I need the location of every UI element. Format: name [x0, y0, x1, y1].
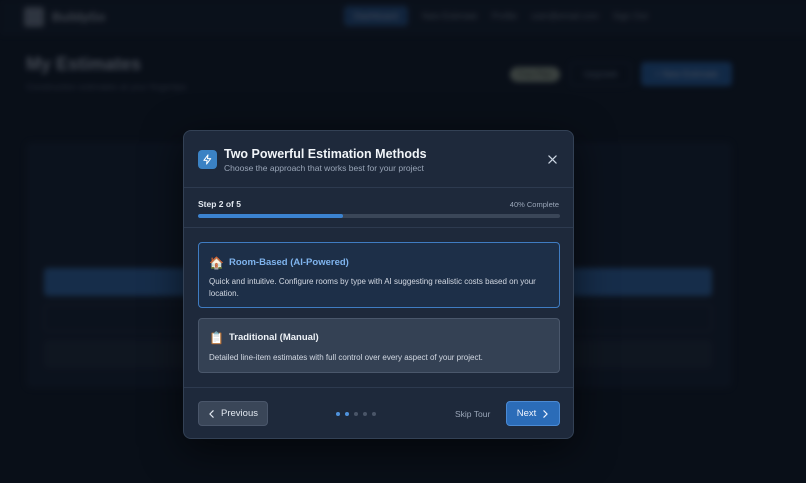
step-dot[interactable] [363, 412, 367, 416]
tour-modal: Two Powerful Estimation Methods Choose t… [183, 130, 574, 439]
close-icon[interactable] [545, 152, 559, 166]
card-description: Quick and intuitive. Configure rooms by … [209, 277, 536, 298]
progress-bar [198, 214, 560, 218]
house-icon: 🏠 [209, 256, 224, 270]
step-dots [336, 412, 376, 416]
card-title: Traditional (Manual) [229, 332, 319, 343]
lightning-icon [198, 150, 217, 169]
progress-percent: 40% Complete [509, 200, 559, 209]
method-card-traditional[interactable]: 📋 Traditional (Manual) Detailed line-ite… [198, 318, 560, 373]
step-dot[interactable] [372, 412, 376, 416]
modal-title: Two Powerful Estimation Methods [224, 147, 427, 161]
modal-subtitle: Choose the approach that works best for … [224, 163, 424, 173]
modal-footer: Previous Skip Tour Next [184, 387, 573, 438]
chevron-left-icon [209, 409, 214, 418]
method-card-room-based[interactable]: 🏠 Room-Based (AI-Powered) Quick and intu… [198, 242, 560, 308]
chevron-right-icon [543, 409, 548, 418]
card-title: Room-Based (AI-Powered) [229, 257, 349, 268]
step-label: Step 2 of 5 [198, 199, 241, 209]
clipboard-icon: 📋 [209, 331, 224, 345]
skip-tour-link[interactable]: Skip Tour [455, 409, 490, 419]
card-description: Detailed line-item estimates with full c… [209, 353, 483, 362]
previous-label: Previous [221, 408, 258, 419]
step-dot[interactable] [345, 412, 349, 416]
previous-button[interactable]: Previous [198, 401, 268, 426]
next-button[interactable]: Next [506, 401, 560, 426]
progress-bar-fill [198, 214, 343, 218]
step-dot[interactable] [336, 412, 340, 416]
step-dot[interactable] [354, 412, 358, 416]
modal-header: Two Powerful Estimation Methods Choose t… [184, 131, 573, 188]
progress-section: Step 2 of 5 40% Complete [184, 188, 573, 228]
next-label: Next [516, 408, 537, 419]
